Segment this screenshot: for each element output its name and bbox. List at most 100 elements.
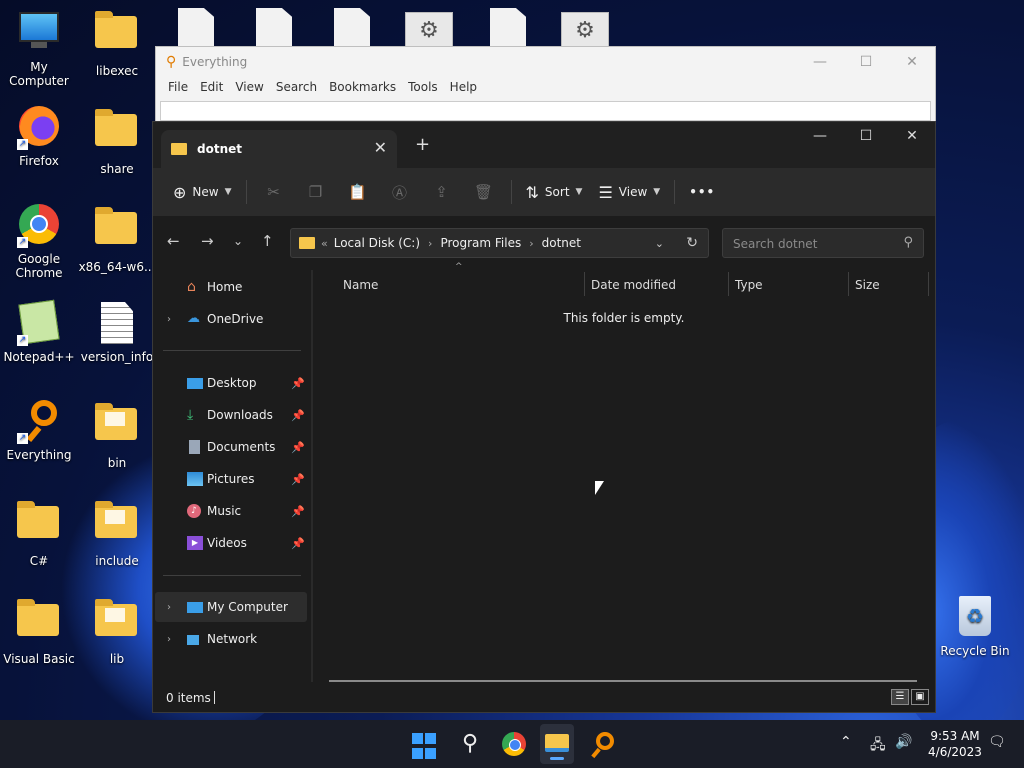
address-dropdown-icon[interactable]: ⌄ (655, 237, 664, 250)
minimize-button[interactable]: — (797, 122, 843, 150)
large-icons-view-button[interactable]: ▣ (911, 689, 929, 705)
file-explorer-window[interactable]: dotnet ✕ + — ☐ ✕ ⊕ New ▼ ✂ ❐ 📋 Ⓐ ⇪ 🗑 ⇅ S… (152, 121, 936, 713)
notifications-icon[interactable]: 🗨 (988, 734, 1006, 750)
overflow-chevron-icon[interactable]: « (321, 237, 328, 250)
search-box[interactable]: ⚲ (722, 228, 924, 258)
column-divider[interactable] (728, 272, 729, 296)
pin-icon[interactable]: 📌 (291, 537, 305, 550)
sidebar-item-my-computer[interactable]: › My Computer (155, 592, 307, 622)
sidebar-item-documents[interactable]: Documents 📌 (155, 432, 307, 462)
chevron-right-icon[interactable]: › (167, 634, 171, 645)
pin-icon[interactable]: 📌 (291, 473, 305, 486)
copy-button[interactable]: ❐ (295, 176, 337, 208)
sidebar-item-home[interactable]: ⌂ Home (155, 272, 307, 302)
details-view-button[interactable]: ☰ (891, 689, 909, 705)
taskbar-file-explorer-icon[interactable] (540, 724, 574, 764)
menu-tools[interactable]: Tools (402, 77, 444, 97)
recent-locations-chevron-icon[interactable]: ⌄ (233, 234, 243, 248)
close-button[interactable]: ✕ (889, 122, 935, 150)
desktop-icon-include[interactable]: include (78, 498, 156, 568)
share-button[interactable]: ⇪ (421, 176, 463, 208)
more-options-button[interactable]: ••• (681, 176, 723, 208)
desktop-icon-my-computer[interactable]: My Computer (0, 8, 78, 88)
sidebar-item-music[interactable]: ♪ Music 📌 (155, 496, 307, 526)
chevron-right-icon[interactable]: › (167, 314, 171, 325)
sidebar-item-pictures[interactable]: Pictures 📌 (155, 464, 307, 494)
tab-dotnet[interactable]: dotnet ✕ (161, 130, 397, 168)
menu-file[interactable]: File (162, 77, 194, 97)
breadcrumb-local-disk[interactable]: Local Disk (C:) (334, 236, 420, 250)
column-header-type[interactable]: Type (735, 270, 763, 300)
chevron-right-icon[interactable]: › (529, 237, 533, 250)
sidebar-item-network[interactable]: › Network (155, 624, 307, 654)
desktop-icon-visual-basic[interactable]: Visual Basic (0, 596, 78, 666)
view-button[interactable]: ☰ View ▼ (590, 176, 668, 208)
column-header-date-modified[interactable]: Date modified (591, 270, 676, 300)
rename-button[interactable]: Ⓐ (379, 176, 421, 208)
desktop-icon-firefox[interactable]: ↗ Firefox (0, 106, 78, 168)
desktop-icon-share[interactable]: share (78, 106, 156, 176)
forward-arrow-icon[interactable]: → (201, 232, 214, 250)
new-button[interactable]: ⊕ New ▼ (165, 176, 240, 208)
desktop-icon-recycle-bin[interactable]: ♻ Recycle Bin (936, 596, 1014, 658)
desktop-icon-bin[interactable]: bin (78, 400, 156, 470)
cut-button[interactable]: ✂ (253, 176, 295, 208)
pin-icon[interactable]: 📌 (291, 377, 305, 390)
desktop-icon-everything[interactable]: ↗ Everything (0, 400, 78, 462)
desktop-icon-x86-64[interactable]: x86_64-w6... (78, 204, 156, 274)
desktop-icon-libexec[interactable]: libexec (78, 8, 156, 78)
column-header-name[interactable]: Name (343, 270, 378, 300)
everything-search-input[interactable] (160, 101, 931, 121)
search-icon[interactable]: ⚲ (456, 730, 484, 758)
close-button[interactable]: ✕ (889, 47, 935, 77)
explorer-titlebar[interactable]: dotnet ✕ + — ☐ ✕ (153, 122, 935, 168)
pin-icon[interactable]: 📌 (291, 441, 305, 454)
menu-help[interactable]: Help (444, 77, 483, 97)
new-tab-button[interactable]: + (415, 134, 430, 155)
taskbar-everything-icon[interactable] (588, 730, 616, 759)
desktop-icon-google-chrome[interactable]: ↗ Google Chrome (0, 204, 78, 280)
chevron-right-icon[interactable]: › (428, 237, 432, 250)
column-divider[interactable] (848, 272, 849, 296)
start-button[interactable] (412, 733, 440, 761)
column-divider[interactable] (584, 272, 585, 296)
maximize-button[interactable]: ☐ (843, 122, 889, 150)
desktop-icon-notepadpp[interactable]: ↗ Notepad++ (0, 299, 78, 364)
sort-button[interactable]: ⇅ Sort ▼ (518, 176, 591, 208)
desktop-icon-lib[interactable]: lib (78, 596, 156, 666)
volume-icon[interactable]: 🔊 (895, 734, 912, 750)
taskbar-chrome-icon[interactable] (500, 730, 528, 758)
sidebar-item-onedrive[interactable]: › ☁ OneDrive (155, 304, 307, 334)
network-tray-icon[interactable]: 🖧 (870, 734, 886, 758)
desktop-icon-version-info[interactable]: version_info (78, 302, 156, 364)
up-arrow-icon[interactable]: ↑ (261, 232, 274, 250)
file-list[interactable]: ^ Name Date modified Type Size This fold… (313, 262, 935, 682)
paste-button[interactable]: 📋 (337, 176, 379, 208)
pin-icon[interactable]: 📌 (291, 505, 305, 518)
minimize-button[interactable]: — (797, 47, 843, 77)
menu-search[interactable]: Search (270, 77, 323, 97)
desktop-icon-csharp[interactable]: C# (0, 498, 78, 568)
close-tab-icon[interactable]: ✕ (374, 138, 387, 157)
clock[interactable]: 9:53 AM 4/6/2023 (925, 728, 985, 760)
show-hidden-icons-chevron-icon[interactable]: ⌃ (840, 734, 852, 750)
back-arrow-icon[interactable]: ← (167, 232, 180, 250)
breadcrumb-program-files[interactable]: Program Files (440, 236, 521, 250)
everything-window[interactable]: ⚲ Everything — ☐ ✕ File Edit View Search… (155, 46, 936, 128)
horizontal-scrollbar[interactable] (329, 680, 917, 682)
address-bar[interactable]: « Local Disk (C:) › Program Files › dotn… (290, 228, 709, 258)
refresh-icon[interactable]: ↻ (686, 235, 698, 251)
delete-button[interactable]: 🗑 (463, 176, 505, 208)
search-input[interactable] (731, 236, 895, 252)
maximize-button[interactable]: ☐ (843, 47, 889, 77)
menu-bookmarks[interactable]: Bookmarks (323, 77, 402, 97)
column-divider[interactable] (928, 272, 929, 296)
menu-edit[interactable]: Edit (194, 77, 229, 97)
sidebar-item-desktop[interactable]: Desktop 📌 (155, 368, 307, 398)
sidebar-item-videos[interactable]: ▶ Videos 📌 (155, 528, 307, 558)
menu-view[interactable]: View (229, 77, 269, 97)
column-header-size[interactable]: Size (855, 270, 880, 300)
chevron-right-icon[interactable]: › (167, 602, 171, 613)
breadcrumb-dotnet[interactable]: dotnet (542, 236, 581, 250)
pin-icon[interactable]: 📌 (291, 409, 305, 422)
